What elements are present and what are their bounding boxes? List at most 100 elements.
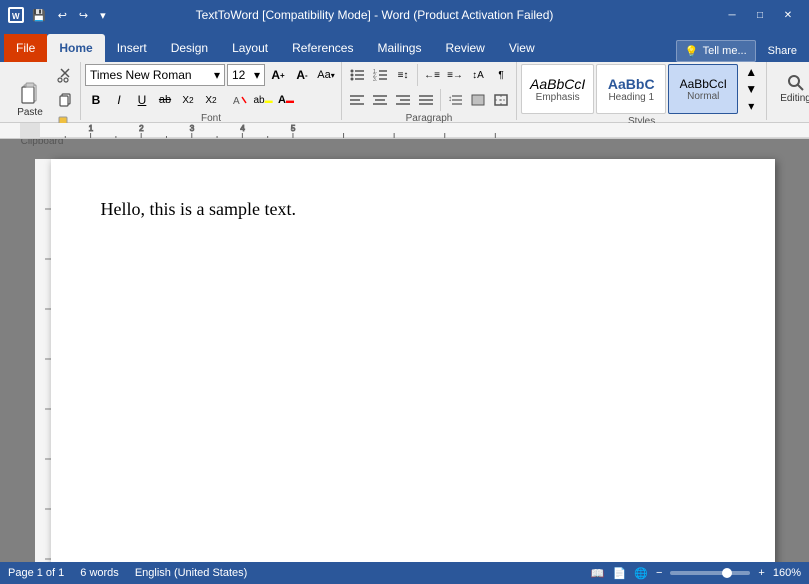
language-indicator: English (United States)	[135, 567, 248, 579]
tab-file[interactable]: File	[4, 34, 47, 62]
paste-icon	[18, 81, 42, 105]
justify-icon	[418, 93, 434, 107]
clear-formatting-btn[interactable]: A	[229, 89, 251, 111]
tab-references[interactable]: References	[280, 34, 365, 62]
tab-design[interactable]: Design	[159, 34, 220, 62]
svg-text:4: 4	[240, 124, 245, 133]
svg-text:3: 3	[190, 124, 195, 133]
strikethrough-btn[interactable]: ab	[154, 89, 176, 111]
increase-indent-btn[interactable]: ≡→	[444, 64, 466, 86]
align-center-btn[interactable]	[369, 89, 391, 111]
borders-icon	[493, 93, 509, 107]
tab-insert[interactable]: Insert	[105, 34, 159, 62]
bullets-btn[interactable]	[346, 64, 368, 86]
styles-more-btn[interactable]: ▾	[740, 97, 762, 114]
font-group: Times New Roman ▾ 12 ▾ A+ A- Aa▾ B I U a…	[81, 62, 342, 120]
underline-btn[interactable]: U	[131, 89, 153, 111]
print-layout-btn[interactable]: 📄	[613, 567, 627, 580]
paste-label: Paste	[17, 107, 43, 118]
document-paragraph[interactable]: Hello, this is a sample text.	[101, 199, 725, 220]
minimize-btn[interactable]: ─	[719, 5, 745, 25]
tab-layout[interactable]: Layout	[220, 34, 280, 62]
style-normal-label: Normal	[687, 91, 719, 102]
numbered-list-icon: 1. 2. 3.	[372, 68, 388, 82]
search-icon	[786, 73, 806, 93]
cut-icon	[57, 67, 73, 83]
align-center-icon	[372, 93, 388, 107]
zoom-slider[interactable]	[670, 571, 750, 575]
clear-formatting-icon: A	[233, 93, 247, 107]
maximize-btn[interactable]: □	[747, 5, 773, 25]
italic-btn[interactable]: I	[108, 89, 130, 111]
justify-btn[interactable]	[415, 89, 437, 111]
bold-btn[interactable]: B	[85, 89, 107, 111]
align-right-btn[interactable]	[392, 89, 414, 111]
align-left-btn[interactable]	[346, 89, 368, 111]
ruler-content: 1 2 3 4 5	[40, 123, 809, 138]
sort-btn[interactable]: ↕A	[467, 64, 489, 86]
tell-me-icon: 💡	[685, 45, 699, 58]
close-btn[interactable]: ✕	[775, 5, 801, 25]
share-btn[interactable]: Share	[764, 43, 801, 59]
font-shrink-btn[interactable]: A-	[291, 64, 313, 86]
svg-text:1: 1	[89, 124, 94, 133]
document-with-margin: Hello, this is a sample text.	[35, 159, 775, 562]
redo-quick-btn[interactable]: ↪	[75, 7, 92, 24]
word-count: 6 words	[80, 567, 119, 579]
shading-btn[interactable]	[467, 89, 489, 111]
tell-me-box[interactable]: 💡 Tell me...	[676, 40, 756, 62]
tab-home[interactable]: Home	[47, 34, 104, 62]
web-layout-btn[interactable]: 🌐	[634, 567, 648, 580]
vertical-ruler	[35, 159, 51, 562]
borders-btn[interactable]	[490, 89, 512, 111]
superscript-btn[interactable]: X2	[200, 89, 222, 111]
style-normal-preview: AaBbCcI	[680, 77, 727, 91]
font-size-selector[interactable]: 12 ▾	[227, 64, 265, 86]
font-color-btn[interactable]: A▬	[275, 89, 297, 111]
paste-btn[interactable]: Paste	[8, 73, 52, 125]
zoom-in-btn[interactable]: +	[758, 567, 764, 579]
ruler-marks: 1 2 3 4 5	[40, 123, 809, 139]
styles-scroll-down-btn[interactable]: ▼	[740, 81, 762, 98]
font-name-selector[interactable]: Times New Roman ▾	[85, 64, 225, 86]
document-area[interactable]: Hello, this is a sample text.	[0, 139, 809, 562]
save-quick-btn[interactable]: 💾	[28, 7, 50, 24]
read-mode-btn[interactable]: 📖	[591, 567, 605, 580]
document-content[interactable]: Hello, this is a sample text.	[101, 199, 725, 220]
decrease-indent-btn[interactable]: ←≡	[421, 64, 443, 86]
styles-scroll-btns: ▲ ▼ ▾	[740, 64, 762, 114]
left-margin-ruler	[35, 159, 51, 562]
styles-scroll-up-btn[interactable]: ▲	[740, 64, 762, 81]
copy-btn[interactable]	[54, 88, 76, 110]
change-case-btn[interactable]: Aa▾	[315, 64, 337, 86]
editing-label: Editing	[780, 93, 809, 104]
document-page[interactable]: Hello, this is a sample text.	[51, 159, 775, 562]
svg-text:2: 2	[139, 124, 144, 133]
numbered-list-btn[interactable]: 1. 2. 3.	[369, 64, 391, 86]
undo-quick-btn[interactable]: ↩	[54, 7, 71, 24]
align-left-icon	[349, 93, 365, 107]
ruler: 1 2 3 4 5	[0, 123, 809, 139]
style-heading1[interactable]: AaBbC Heading 1	[596, 64, 666, 114]
styles-group: AaBbCcI Emphasis AaBbC Heading 1 AaBbCcI…	[517, 62, 767, 120]
font-grow-btn[interactable]: A+	[267, 64, 289, 86]
zoom-out-btn[interactable]: −	[656, 567, 662, 579]
editing-search-btn[interactable]: Editing	[771, 64, 809, 112]
show-marks-btn[interactable]: ¶	[490, 64, 512, 86]
style-normal[interactable]: AaBbCcI Normal	[668, 64, 738, 114]
quick-access-dropdown-btn[interactable]: ▾	[96, 7, 110, 24]
align-right-icon	[395, 93, 411, 107]
cut-btn[interactable]	[54, 64, 76, 86]
text-highlight-btn[interactable]: ab▬	[252, 89, 274, 111]
svg-text:A: A	[233, 96, 240, 107]
para-separator2	[440, 89, 441, 111]
multilevel-list-btn[interactable]: ≡↕	[392, 64, 414, 86]
tab-mailings[interactable]: Mailings	[365, 34, 433, 62]
tab-view[interactable]: View	[497, 34, 547, 62]
page-count: Page 1 of 1	[8, 567, 64, 579]
line-spacing-icon: ↕	[447, 93, 463, 107]
line-spacing-btn[interactable]: ↕	[444, 89, 466, 111]
subscript-btn[interactable]: X2	[177, 89, 199, 111]
tab-review[interactable]: Review	[433, 34, 496, 62]
style-emphasis[interactable]: AaBbCcI Emphasis	[521, 64, 594, 114]
